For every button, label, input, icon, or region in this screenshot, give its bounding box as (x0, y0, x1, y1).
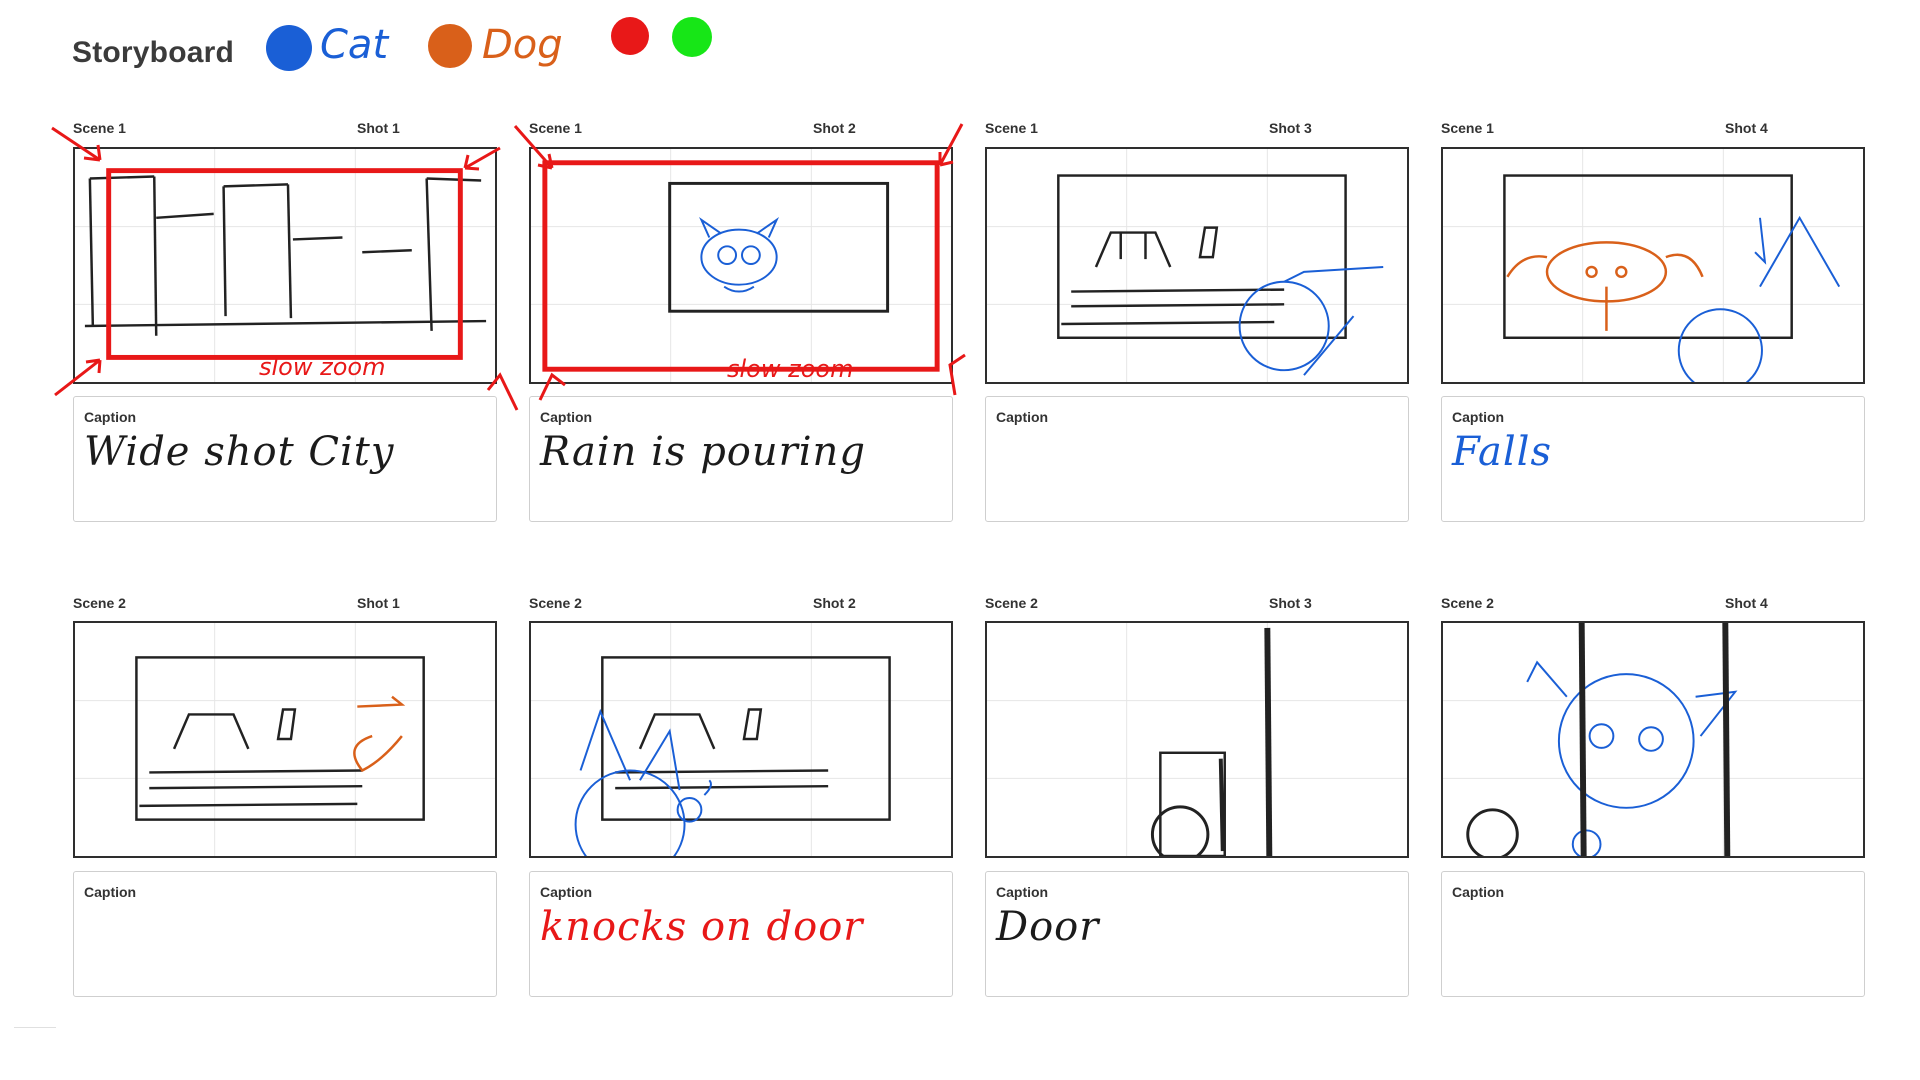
scene-label: Scene 2 (529, 595, 582, 611)
legend-label-cat: Cat (320, 22, 389, 68)
door-sketch (1150, 627, 1273, 856)
scene-label: Scene 2 (985, 595, 1038, 611)
storyboard-frame[interactable] (1441, 147, 1865, 384)
caption-box[interactable]: Caption (985, 396, 1409, 522)
legend-swatch-dog[interactable] (428, 24, 472, 68)
legend-label-dog: Dog (482, 22, 563, 68)
storyboard-frame[interactable] (985, 147, 1409, 384)
caption-text: Falls (1452, 429, 1552, 475)
scene-label: Scene 2 (1441, 595, 1494, 611)
color-legend: Cat Dog (0, 0, 760, 100)
storyboard-frame[interactable] (73, 621, 497, 858)
panel-header: Scene 2 Shot 3 (985, 595, 1409, 613)
panel-header: Scene 1 Shot 4 (1441, 120, 1865, 138)
city-buildings-sketch (84, 175, 487, 336)
playground-sketch (1057, 174, 1347, 339)
panel-header: Scene 1 Shot 3 (985, 120, 1409, 138)
divider (14, 1027, 56, 1028)
frame-grid (1443, 623, 1863, 856)
caption-text: Wide shot City (84, 429, 395, 475)
scene-label: Scene 1 (529, 120, 582, 136)
caption-box[interactable]: Caption Wide shot City (73, 396, 497, 522)
caption-label: Caption (540, 884, 593, 900)
panel-header: Scene 2 Shot 1 (73, 595, 497, 613)
scene-label: Scene 2 (73, 595, 126, 611)
storyboard-frame[interactable] (529, 621, 953, 858)
caption-box[interactable]: Caption Rain is pouring (529, 396, 953, 522)
panel-header: Scene 2 Shot 4 (1441, 595, 1865, 613)
cat-behind-door-sketch (1526, 660, 1738, 856)
dog-face-sketch (1506, 241, 1704, 331)
frame-grid (531, 623, 951, 856)
camera-note: slow zoom (727, 355, 854, 383)
legend-swatch-green[interactable] (672, 17, 712, 57)
panel-header: Scene 1 Shot 2 (529, 120, 953, 138)
shot-label: Shot 2 (813, 120, 856, 136)
scene-label: Scene 1 (985, 120, 1038, 136)
shot-label: Shot 4 (1725, 120, 1768, 136)
caption-box[interactable]: Caption Falls (1441, 396, 1865, 522)
frame-grid (75, 149, 495, 382)
storyboard-frame[interactable] (985, 621, 1409, 858)
playground-sketch (601, 656, 891, 821)
shot-label: Shot 4 (1725, 595, 1768, 611)
shot-label: Shot 3 (1269, 120, 1312, 136)
playground-sketch (135, 656, 425, 821)
caption-box[interactable]: Caption Door (985, 871, 1409, 997)
caption-label: Caption (1452, 884, 1505, 900)
caption-label: Caption (540, 409, 593, 425)
dog-tail-sketch (353, 695, 406, 773)
storyboard-frame[interactable]: slow zoom (529, 147, 953, 384)
shot-label: Shot 2 (813, 595, 856, 611)
cat-knocking-sketch (574, 708, 712, 856)
caption-box[interactable]: Caption (73, 871, 497, 997)
caption-label: Caption (84, 884, 137, 900)
scene-label: Scene 1 (1441, 120, 1494, 136)
door-frame-sketch (1466, 623, 1731, 856)
legend-swatch-red[interactable] (611, 17, 649, 55)
frame-grid (531, 149, 951, 382)
cat-falling-sketch (1677, 215, 1841, 382)
shot-label: Shot 1 (357, 120, 400, 136)
panel-header: Scene 1 Shot 1 (73, 120, 497, 138)
scene-label: Scene 1 (73, 120, 126, 136)
frame-grid (987, 149, 1407, 382)
panel-header: Scene 2 Shot 2 (529, 595, 953, 613)
caption-box[interactable]: Caption knocks on door (529, 871, 953, 997)
frame-grid (75, 623, 495, 856)
shot-label: Shot 3 (1269, 595, 1312, 611)
caption-text: knocks on door (540, 904, 864, 950)
storyboard-frame[interactable]: slow zoom (73, 147, 497, 384)
frame-grid (987, 623, 1407, 856)
frame-grid (1443, 149, 1863, 382)
caption-label: Caption (84, 409, 137, 425)
caption-text: Door (996, 904, 1100, 950)
camera-note: slow zoom (259, 353, 386, 381)
caption-box[interactable]: Caption (1441, 871, 1865, 997)
caption-text: Rain is pouring (540, 429, 866, 475)
storyboard-frame[interactable] (1441, 621, 1865, 858)
shot-label: Shot 1 (357, 595, 400, 611)
cat-face-sketch (699, 216, 780, 293)
caption-label: Caption (1452, 409, 1505, 425)
caption-label: Caption (996, 409, 1049, 425)
caption-label: Caption (996, 884, 1049, 900)
legend-swatch-cat[interactable] (266, 25, 312, 71)
